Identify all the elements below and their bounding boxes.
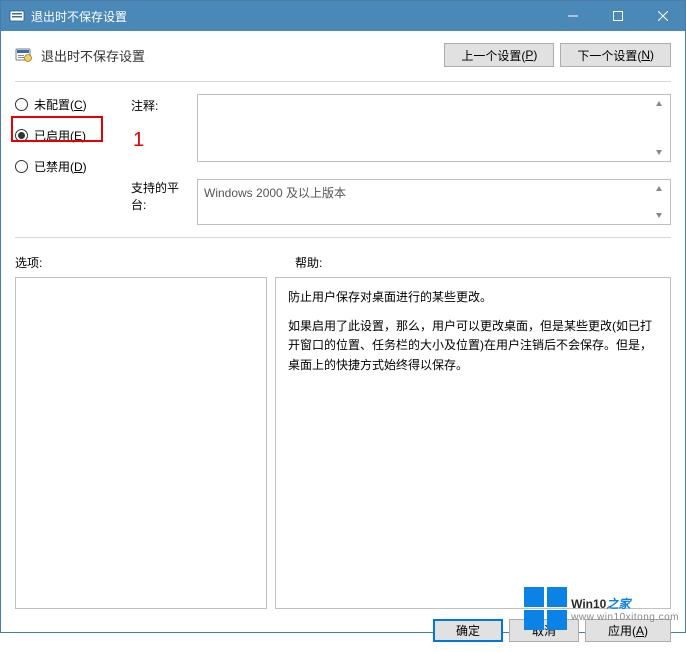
- minimize-button[interactable]: [550, 1, 595, 31]
- header-row: 退出时不保存设置 上一个设置(P) 下一个设置(N): [15, 43, 671, 67]
- scroll-up-icon[interactable]: [652, 97, 666, 111]
- close-button[interactable]: [640, 1, 685, 31]
- help-pane: 防止用户保存对桌面进行的某些更改。 如果启用了此设置，那么，用户可以更改桌面，但…: [275, 277, 671, 609]
- radio-disabled[interactable]: 已禁用(D): [15, 158, 125, 175]
- scroll-up-icon[interactable]: [652, 182, 666, 196]
- help-paragraph: 防止用户保存对桌面进行的某些更改。: [288, 288, 658, 307]
- scroll-down-icon[interactable]: [652, 145, 666, 159]
- radio-enabled[interactable]: 已启用(E): [15, 127, 125, 144]
- policy-icon: [15, 46, 33, 64]
- next-setting-button[interactable]: 下一个设置(N): [560, 43, 671, 67]
- radio-not-configured[interactable]: 未配置(C): [15, 96, 125, 113]
- watermark: Win10之家 www.win10xitong.com: [524, 587, 679, 630]
- policy-icon: [9, 8, 25, 24]
- comment-label: 注释:: [131, 94, 191, 116]
- help-label: 帮助:: [295, 254, 671, 271]
- scroll-down-icon[interactable]: [652, 208, 666, 222]
- state-radio-group: 未配置(C) 已启用(E) 已禁用(D): [15, 94, 125, 175]
- page-title: 退出时不保存设置: [41, 46, 438, 65]
- supported-platform-textarea[interactable]: Windows 2000 及以上版本: [197, 179, 671, 225]
- help-paragraph: 如果启用了此设置，那么，用户可以更改桌面，但是某些更改(如已打开窗口的位置、任务…: [288, 317, 658, 375]
- previous-setting-button[interactable]: 上一个设置(P): [444, 43, 554, 67]
- window-title: 退出时不保存设置: [31, 8, 550, 25]
- radio-icon: [15, 160, 28, 173]
- comment-textarea[interactable]: [197, 94, 671, 162]
- divider: [15, 237, 671, 238]
- radio-icon: [15, 98, 28, 111]
- titlebar: 退出时不保存设置: [1, 1, 685, 31]
- options-label: 选项:: [15, 254, 295, 271]
- watermark-brand: Win10之家: [571, 593, 679, 613]
- ok-button[interactable]: 确定: [433, 619, 503, 642]
- label-column: 注释:: [131, 94, 191, 116]
- watermark-url: www.win10xitong.com: [571, 613, 679, 624]
- options-pane: [15, 277, 267, 609]
- supported-platform-label: 支持的平台:: [131, 179, 191, 213]
- supported-platform-value: Windows 2000 及以上版本: [204, 186, 346, 200]
- radio-icon: [15, 129, 28, 142]
- maximize-button[interactable]: [595, 1, 640, 31]
- windows-logo-icon: [524, 587, 567, 630]
- divider: [15, 81, 671, 82]
